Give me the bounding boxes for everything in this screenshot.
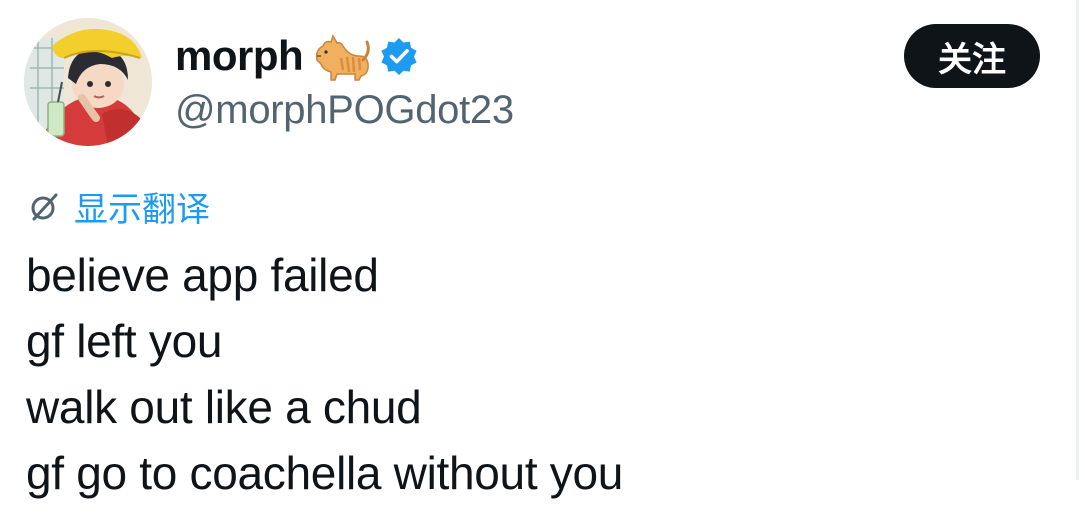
scrollbar-track[interactable] <box>1076 0 1079 480</box>
cat-icon <box>313 30 371 82</box>
author-handle[interactable]: @morphPOGdot23 <box>175 86 514 134</box>
avatar[interactable] <box>24 18 152 146</box>
tweet-text: believe app failed gf left you walk out … <box>26 242 1066 506</box>
author-name-row[interactable]: morph <box>175 26 419 86</box>
tweet-text-line: gf left you <box>26 315 223 367</box>
verified-badge-icon[interactable] <box>379 36 419 76</box>
globe-icon <box>28 189 62 223</box>
show-translation-row[interactable]: 显示翻译 <box>28 182 210 230</box>
show-translation-link[interactable]: 显示翻译 <box>74 182 210 231</box>
tweet-text-line: walk out like a chud <box>26 381 422 433</box>
author-display-name[interactable]: morph <box>175 35 304 77</box>
follow-button[interactable]: 关注 <box>904 24 1040 88</box>
avatar-image <box>24 18 152 146</box>
tweet-text-line: believe app failed <box>26 249 379 301</box>
tweet-text-line: gf go to coachella without you <box>26 447 624 499</box>
